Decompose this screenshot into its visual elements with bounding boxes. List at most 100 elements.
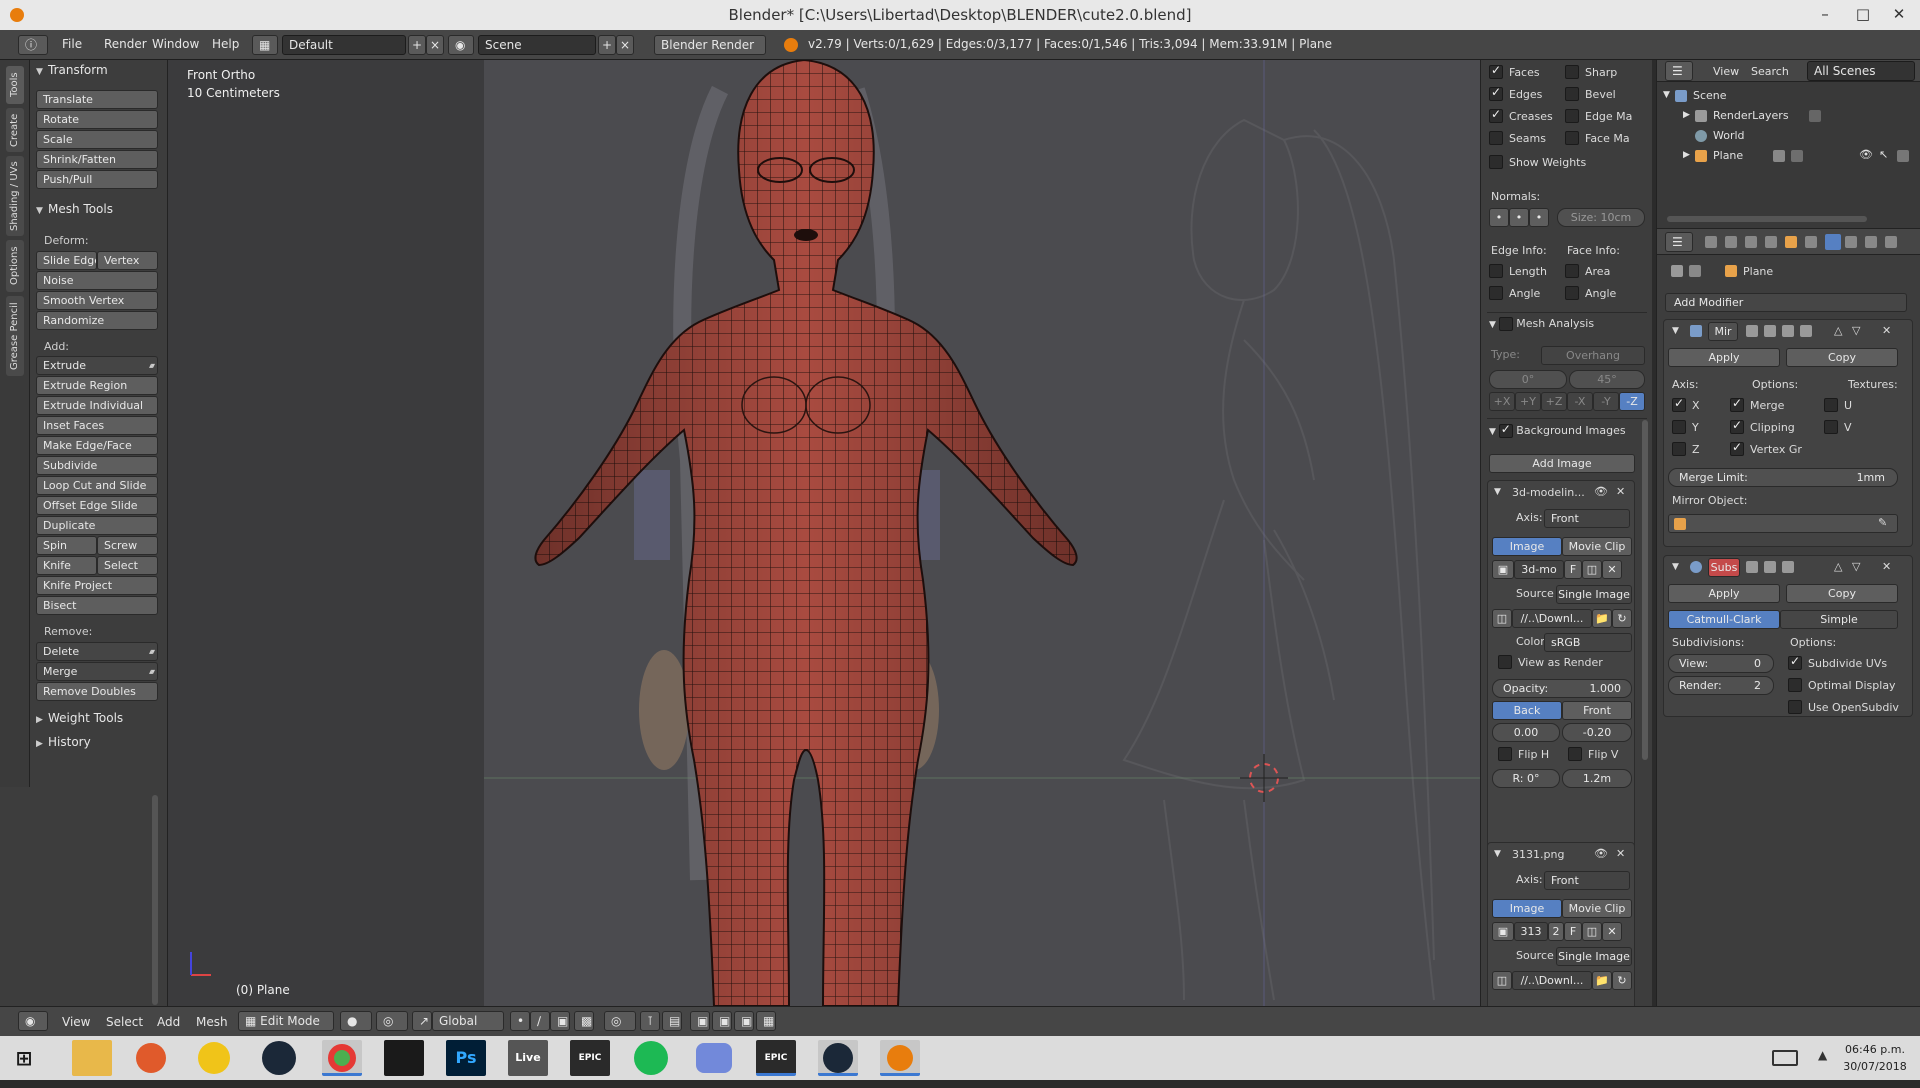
mirror-v-checkbox[interactable] [1824,420,1838,434]
face-marks-checkbox[interactable] [1565,131,1579,145]
live-icon[interactable]: Live [508,1040,548,1076]
knife-project-button[interactable]: Knife Project [36,576,158,595]
smooth-vertex-button[interactable]: Smooth Vertex [36,291,158,310]
properties-editor-type-icon[interactable]: ☰ [1665,232,1693,252]
tab-scene-icon[interactable] [1745,236,1757,248]
bg1-source-select[interactable]: Single Image [1556,585,1632,604]
windows-start-icon[interactable]: ⊞ [4,1040,44,1076]
bg2-image-browse-icon[interactable]: ▣ [1492,922,1514,941]
snap-toggle-icon[interactable]: ⊺ [640,1011,660,1031]
loop-cut-button[interactable]: Loop Cut and Slide [36,476,158,495]
bg1-back-toggle[interactable]: Back [1492,701,1562,720]
weight-tools-panel-header[interactable]: ▶ Weight Tools [36,708,164,728]
add-modifier-dropdown[interactable]: Add Modifier [1665,293,1907,312]
bg2-visibility-eye-icon[interactable]: 👁 [1594,847,1608,860]
outliner-item-plane[interactable]: Plane [1713,149,1743,162]
bg1-axis-select[interactable]: Front [1544,509,1630,528]
remove-doubles-button[interactable]: Remove Doubles [36,682,158,701]
delete-dropdown[interactable]: Delete [36,642,158,661]
menu-mesh[interactable]: Mesh [196,1015,228,1029]
bg1-pack-icon[interactable]: ◫ [1492,609,1512,628]
merge-dropdown[interactable]: Merge [36,662,158,681]
outliner-scrollbar[interactable] [1667,216,1867,222]
move-up-icon[interactable]: △ [1834,324,1842,337]
tab-modifiers-wrench-icon[interactable] [1825,234,1841,250]
bevel-checkbox[interactable] [1565,87,1579,101]
tab-texture-icon[interactable] [1885,236,1897,248]
mirror-copy-button[interactable]: Copy [1786,348,1898,367]
bg1-image-name-field[interactable]: 3d-mo [1514,560,1564,579]
photoshop-icon[interactable]: Ps [446,1040,486,1076]
expand-triangle-icon[interactable]: ▶ [1683,150,1690,160]
layout-icon[interactable]: ▦ [252,35,278,55]
mirror-editmode-icon[interactable] [1746,325,1758,337]
knife-button[interactable]: Knife [36,556,97,575]
axis-px-button[interactable]: +X [1489,392,1515,411]
subsurf-realtime-eye-icon[interactable] [1764,561,1776,573]
tab-options[interactable]: Options [6,240,24,292]
mesh-data-icon[interactable] [1791,150,1803,162]
mirror-merge-checkbox[interactable] [1730,396,1744,412]
bg1-open-icon[interactable]: ◫ [1582,560,1602,579]
bg2-source-select[interactable]: Single Image [1556,947,1632,966]
face-select-mode-icon[interactable]: ▣ [550,1011,570,1031]
bg1-path-field[interactable]: //..\Downl... [1512,609,1592,628]
normals-size-field[interactable]: Size: 10cm [1557,208,1645,227]
chrome-icon[interactable] [322,1040,362,1076]
opengl-render-icon[interactable]: ▣ [712,1011,732,1031]
bg2-image-tab[interactable]: Image [1492,899,1562,918]
blender-taskbar-icon[interactable] [880,1040,920,1076]
scale-button[interactable]: Scale [36,130,158,149]
axis-ny-button[interactable]: -Y [1593,392,1619,411]
history-panel-header[interactable]: ▶ History [36,732,164,752]
epic-games-launcher-icon[interactable]: EPIC [756,1040,796,1076]
mirror-remove-icon[interactable]: ✕ [1882,324,1891,337]
mirror-u-checkbox[interactable] [1824,398,1838,412]
creases-checkbox[interactable] [1489,107,1503,123]
bg2-axis-select[interactable]: Front [1544,871,1630,890]
use-opensubdiv-checkbox[interactable] [1788,700,1802,714]
tab-render-icon[interactable] [1705,236,1717,248]
bg2-image-name-field[interactable]: 313 [1514,922,1548,941]
manipulator-toggle[interactable]: ↗ [412,1011,432,1031]
knife-select-button[interactable]: Select [97,556,158,575]
bg1-front-toggle[interactable]: Front [1562,701,1632,720]
steam-running-icon[interactable] [818,1040,858,1076]
proportional-edit-icon[interactable]: ◎ [604,1011,636,1031]
close-button[interactable]: ✕ [1876,0,1920,30]
bg2-users-count[interactable]: 2 [1548,922,1564,941]
bg1-reload-icon[interactable]: ↻ [1612,609,1632,628]
merge-limit-field[interactable]: Merge Limit: 1mm [1668,468,1898,487]
bg1-unlink-icon[interactable]: ✕ [1602,560,1622,579]
outliner-editor-type-icon[interactable]: ☰ [1665,61,1693,81]
duplicate-button[interactable]: Duplicate [36,516,158,535]
edge-angle-checkbox[interactable] [1489,286,1503,300]
app-icon[interactable] [198,1042,230,1074]
mirror-object-field[interactable] [1668,514,1898,533]
axis-nz-button[interactable]: -Z [1619,392,1645,411]
pin-icon[interactable] [1671,265,1683,277]
mode-select[interactable]: ▦ Edit Mode [238,1011,334,1031]
outliner-view-menu[interactable]: View [1713,65,1739,78]
tab-create[interactable]: Create [6,108,24,152]
subsurf-remove-icon[interactable]: ✕ [1882,560,1891,573]
selectability-cursor-icon[interactable]: ↖ [1879,148,1888,161]
slide-vertex-button[interactable]: Vertex [97,251,158,270]
unreal-icon[interactable] [384,1040,424,1076]
background-images-checkbox[interactable] [1498,422,1513,438]
discord-icon[interactable] [696,1043,732,1073]
layout-select[interactable]: Default [282,35,406,55]
modifier-wrench-icon[interactable] [1773,150,1785,162]
sharp-checkbox[interactable] [1565,65,1579,79]
menu-window[interactable]: Window [152,37,199,51]
loop-normals-icon[interactable]: • [1509,208,1529,227]
snap-element-icon[interactable]: ▤ [662,1011,682,1031]
tab-data-icon[interactable] [1845,236,1857,248]
move-up-icon[interactable]: △ [1834,560,1842,573]
tray-chevron-icon[interactable]: ▲ [1818,1048,1827,1062]
remove-scene-icon[interactable]: × [616,35,634,55]
edge-select-mode-icon[interactable]: ∕ [530,1011,550,1031]
bg1-movie-clip-tab[interactable]: Movie Clip [1562,537,1632,556]
menu-select[interactable]: Select [106,1015,143,1029]
mesh-model[interactable] [484,60,1284,1006]
